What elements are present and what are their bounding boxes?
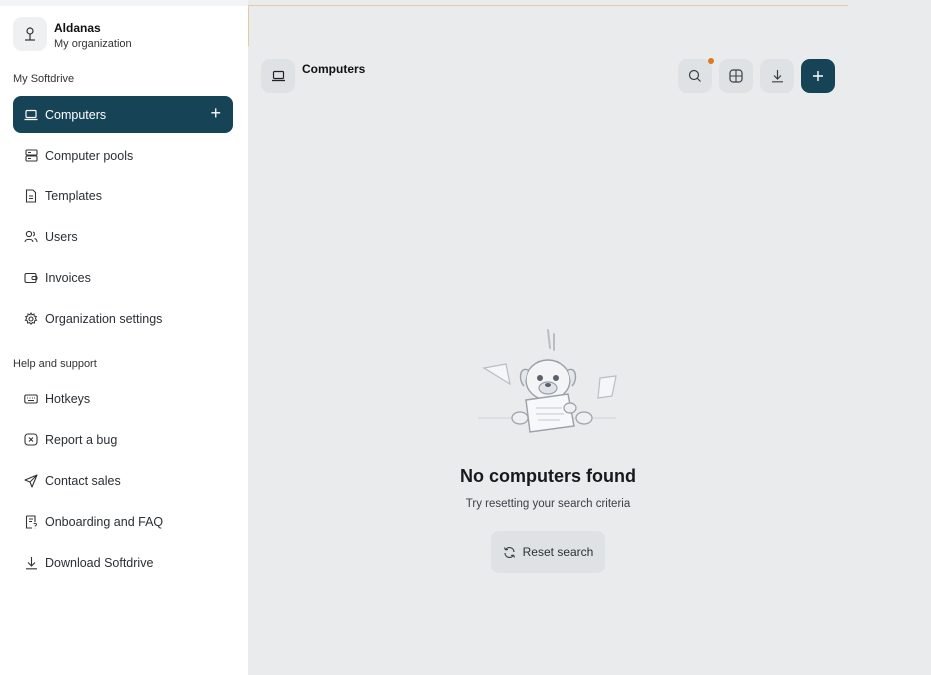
sidebar-item-report-bug[interactable]: Report a bug	[13, 421, 233, 458]
user-card[interactable]: Aldanas My organization	[13, 17, 132, 51]
section-title-help: Help and support	[13, 358, 97, 370]
avatar[interactable]	[13, 17, 47, 51]
user-name: Aldanas	[54, 21, 101, 35]
sidebar-item-label: Computers	[45, 107, 107, 122]
sidebar-item-hotkeys[interactable]: Hotkeys	[13, 380, 233, 417]
header-divider	[248, 5, 848, 6]
section-title-my-softdrive: My Softdrive	[13, 73, 75, 85]
sidebar-item-label: Hotkeys	[45, 391, 91, 406]
download-icon	[24, 556, 38, 570]
page-title: Computers	[302, 62, 366, 76]
sidebar-item-computers[interactable]: Computers +	[13, 96, 233, 133]
sidebar-item-label: Invoices	[45, 270, 91, 285]
reset-search-label: Reset search	[522, 545, 594, 559]
confused-dog-illustration	[478, 329, 617, 433]
empty-state-subtitle: Try resetting your search criteria	[465, 498, 631, 510]
user-icon	[25, 27, 35, 41]
download-button[interactable]	[760, 59, 794, 93]
grid-view-icon	[729, 69, 743, 83]
sidebar-item-label: Users	[45, 229, 78, 244]
grid-view-button[interactable]	[719, 59, 753, 93]
server-icon	[24, 149, 38, 163]
header-left-divider	[248, 5, 249, 46]
sidebar-item-organization-settings[interactable]: Organization settings	[13, 300, 233, 337]
sidebar-item-computer-pools[interactable]: Computer pools	[13, 137, 233, 174]
faq-icon	[24, 514, 38, 529]
sidebar-item-label: Download Softdrive	[45, 555, 154, 570]
sidebar: Aldanas My organization My Softdrive Com…	[0, 0, 248, 675]
download-icon	[771, 70, 783, 83]
sidebar-item-download-softdrive[interactable]: Download Softdrive	[13, 544, 233, 581]
document-icon	[24, 188, 38, 203]
sidebar-item-label: Report a bug	[45, 432, 118, 447]
sidebar-item-label: Templates	[45, 188, 102, 203]
search-button[interactable]	[678, 58, 714, 93]
notification-dot	[708, 58, 714, 64]
sidebar-item-label: Onboarding and FAQ	[45, 514, 164, 529]
page-icon-button[interactable]	[261, 59, 295, 93]
search-icon	[688, 69, 701, 82]
reset-search-button[interactable]: Reset search	[491, 531, 605, 573]
keyboard-icon	[24, 392, 38, 406]
sidebar-item-users[interactable]: Users	[13, 218, 233, 255]
plus-icon[interactable]: +	[210, 104, 221, 122]
plus-icon	[813, 71, 823, 81]
gear-icon	[24, 311, 38, 326]
organization-name: My organization	[54, 38, 132, 50]
laptop-icon	[24, 108, 38, 122]
users-icon	[24, 230, 38, 244]
add-computer-button[interactable]	[801, 59, 835, 93]
laptop-icon	[271, 70, 285, 82]
sidebar-item-label: Computer pools	[45, 148, 134, 163]
bug-report-icon	[24, 432, 38, 447]
refresh-icon	[503, 546, 516, 559]
empty-state-title: No computers found	[460, 466, 636, 486]
right-margin	[848, 0, 931, 675]
sidebar-item-templates[interactable]: Templates	[13, 177, 233, 214]
sidebar-item-invoices[interactable]: Invoices	[13, 259, 233, 296]
sidebar-top-strip	[0, 0, 248, 6]
wallet-icon	[24, 271, 38, 285]
sidebar-item-label: Organization settings	[45, 311, 163, 326]
